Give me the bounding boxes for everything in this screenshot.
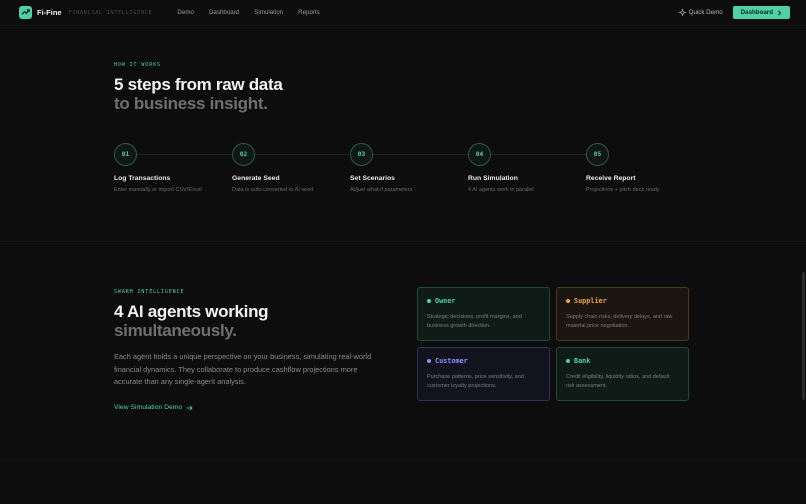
how-eyebrow: HOW IT WORKS — [114, 62, 161, 68]
view-simulation-demo-link[interactable]: View Simulation Demo — [114, 404, 193, 411]
agent-card-title: Supplier — [566, 297, 679, 305]
brand-tagline: FINANCIAL INTELLIGENCE — [68, 9, 153, 16]
sparkle-icon — [678, 9, 686, 16]
nav-link-reports[interactable]: Reports — [298, 9, 320, 16]
agent-card-supplier: Supplier Supply chain risks, delivery de… — [556, 287, 689, 341]
step-item: 01 Log Transactions Enter manually or im… — [114, 143, 232, 193]
agent-desc: Credit eligibility, liquidity ratios, an… — [566, 374, 670, 389]
step-desc: Enter manually or import CSV/Excel — [114, 187, 202, 193]
step-item: 02 Generate Seed Data is auto-converted … — [232, 143, 350, 193]
step-number: 05 — [586, 143, 609, 166]
arrow-right-icon — [186, 405, 193, 410]
agent-card-bank: Bank Credit eligibility, liquidity ratio… — [556, 347, 689, 401]
step-desc: Projections + pitch deck ready — [586, 187, 660, 193]
scrollbar-thumb[interactable] — [802, 272, 805, 400]
agent-card-title: Bank — [566, 357, 679, 365]
step-title: Run Simulation — [468, 175, 518, 182]
quick-demo-button[interactable]: Quick Demo — [678, 9, 723, 16]
how-heading: 5 steps from raw data to business insigh… — [114, 75, 283, 113]
top-nav: Fi-Fine FINANCIAL INTELLIGENCE Demo Dash… — [0, 0, 806, 26]
agent-card-customer: Customer Purchase patterns, price sensit… — [417, 347, 550, 401]
dashboard-button[interactable]: Dashboard — [732, 6, 790, 19]
agent-name: Owner — [435, 297, 456, 305]
agent-desc: Purchase patterns, price sensitivity, an… — [427, 374, 524, 389]
step-title: Set Scenarios — [350, 175, 395, 182]
chevron-right-icon — [778, 9, 782, 16]
status-dot-icon — [566, 299, 570, 303]
step-desc: Adjust what-if parameters — [350, 187, 413, 193]
swarm-heading-line1: 4 AI agents working — [114, 302, 269, 321]
step-desc: Data is auto-converted to AI seed — [232, 187, 314, 193]
step-title: Receive Report — [586, 175, 636, 182]
swarm-description: Each agent holds a unique perspective on… — [114, 352, 372, 386]
step-desc: 4 AI agents work in parallel — [468, 187, 534, 193]
agent-desc: Supply chain risks, delivery delays, and… — [566, 314, 673, 329]
status-dot-icon — [566, 359, 570, 363]
step-item: 05 Receive Report Projections + pitch de… — [586, 143, 704, 193]
agent-desc: Strategic decisions, profit margins, and… — [427, 314, 522, 329]
step-number: 03 — [350, 143, 373, 166]
nav-link-demo[interactable]: Demo — [177, 9, 194, 16]
step-item: 03 Set Scenarios Adjust what-if paramete… — [350, 143, 468, 193]
nav-link-simulation[interactable]: Simulation — [254, 9, 283, 16]
step-number: 04 — [468, 143, 491, 166]
step-item: 04 Run Simulation 4 AI agents work in pa… — [468, 143, 586, 193]
logo-icon[interactable] — [19, 6, 32, 19]
how-heading-line2: to business insight. — [114, 94, 268, 113]
nav-link-dashboard[interactable]: Dashboard — [209, 9, 239, 16]
nav-links: Demo Dashboard Simulation Reports — [177, 9, 319, 16]
section-divider — [0, 241, 806, 242]
swarm-heading: 4 AI agents working simultaneously. — [114, 302, 269, 340]
step-number: 02 — [232, 143, 255, 166]
view-simulation-demo-label: View Simulation Demo — [114, 404, 183, 411]
quick-demo-label: Quick Demo — [688, 9, 723, 16]
agent-name: Customer — [435, 357, 468, 365]
dashboard-button-label: Dashboard — [740, 9, 773, 16]
agent-card-owner: Owner Strategic decisions, profit margin… — [417, 287, 550, 341]
swarm-heading-line2: simultaneously. — [114, 321, 237, 340]
nav-actions: Quick Demo Dashboard — [678, 6, 790, 19]
agent-name: Supplier — [574, 297, 607, 305]
status-dot-icon — [427, 299, 431, 303]
brand-name[interactable]: Fi-Fine — [37, 8, 62, 17]
agent-card-title: Customer — [427, 357, 540, 365]
step-number: 01 — [114, 143, 137, 166]
step-title: Log Transactions — [114, 175, 171, 182]
agent-card-title: Owner — [427, 297, 540, 305]
step-title: Generate Seed — [232, 175, 280, 182]
status-dot-icon — [427, 359, 431, 363]
swarm-eyebrow: SWARM INTELLIGENCE — [114, 289, 185, 295]
section-divider — [0, 459, 806, 460]
agent-name: Bank — [574, 357, 591, 365]
how-heading-line1: 5 steps from raw data — [114, 75, 283, 94]
